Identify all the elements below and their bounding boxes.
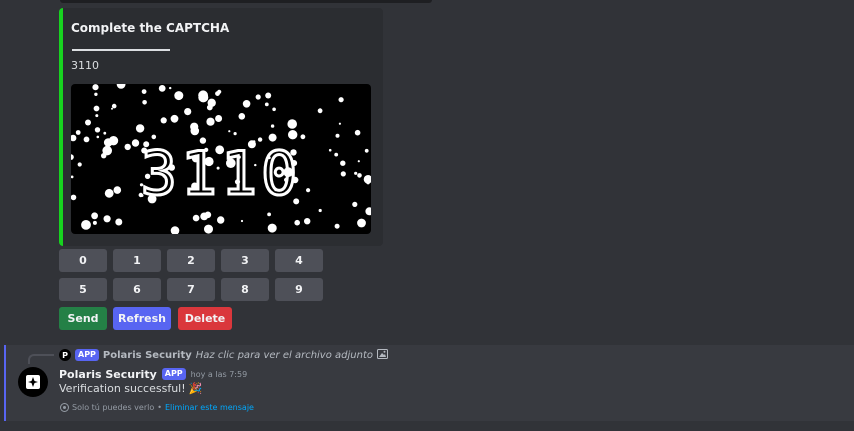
digit-button-7[interactable]: 7 [167,278,215,301]
send-button[interactable]: Send [59,307,107,330]
embed-title: Complete the CAPTCHA [71,21,230,35]
previous-message-bar [60,0,432,3]
reply-preview[interactable]: P APP Polaris Security Haz clic para ver… [59,348,388,362]
ephemeral-notice: Solo tú puedes verlo • Eliminar este men… [60,403,254,412]
digit-button-6[interactable]: 6 [113,278,161,301]
message-text: Verification successful! [59,382,186,395]
digit-button-5[interactable]: 5 [59,278,107,301]
message-app-tag: APP [161,368,186,380]
image-icon [377,348,388,362]
bot-avatar[interactable] [18,367,48,397]
captcha-image[interactable]: 3110 [71,84,371,234]
dismiss-message-link[interactable]: Eliminar este mensaje [165,403,254,412]
digit-button-2[interactable]: 2 [167,249,215,272]
polaris-logo-icon [26,375,40,389]
reply-author[interactable]: Polaris Security [103,350,192,361]
reply-app-tag: APP [75,349,99,361]
reply-connector [28,354,54,364]
reply-text[interactable]: Haz clic para ver el archivo adjunto [196,350,373,361]
embed-divider [72,49,170,51]
party-popper-icon: 🎉 [188,382,203,395]
eye-icon [60,403,69,412]
message-timestamp: hoy a las 7:59 [190,369,248,379]
digit-button-8[interactable]: 8 [221,278,269,301]
captcha-svg: 3110 [71,84,371,234]
reply-avatar: P [59,349,71,361]
embed-description: 3110 [71,59,99,72]
captcha-digits: 3110 [141,139,302,209]
ephemeral-text: Solo tú puedes verlo [72,403,155,412]
digit-button-4[interactable]: 4 [275,249,323,272]
refresh-button[interactable]: Refresh [113,307,171,330]
digit-button-0[interactable]: 0 [59,249,107,272]
message-content: Verification successful! 🎉 [59,382,202,395]
digit-button-1[interactable]: 1 [113,249,161,272]
ephemeral-separator: • [157,403,162,412]
message-author[interactable]: Polaris Security [59,368,157,381]
digit-button-9[interactable]: 9 [275,278,323,301]
delete-button[interactable]: Delete [178,307,232,330]
digit-button-3[interactable]: 3 [221,249,269,272]
captcha-embed: Complete the CAPTCHA 3110 3110 [59,8,383,246]
message-header: Polaris Security APP hoy a las 7:59 [59,366,247,382]
